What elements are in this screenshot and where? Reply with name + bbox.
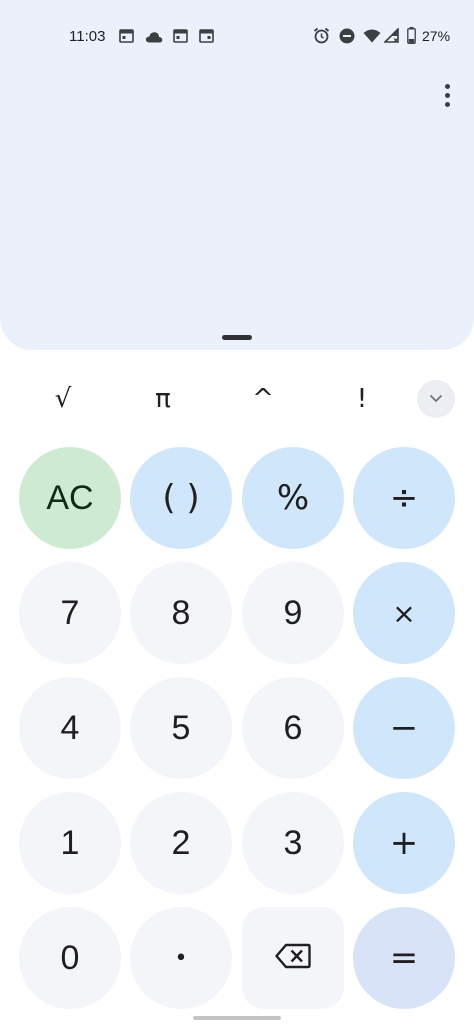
factorial-button[interactable]: !	[332, 372, 392, 426]
signal-icon	[383, 27, 400, 49]
more-vert-icon[interactable]	[432, 80, 462, 110]
backspace-button[interactable]	[242, 907, 344, 1009]
scientific-row: √ π ^ !	[0, 372, 474, 426]
parentheses-label: ( )	[162, 478, 200, 518]
digit-3-button[interactable]: 3	[242, 792, 344, 894]
divide-button[interactable]: ÷	[353, 447, 455, 549]
calendar-icon	[119, 28, 134, 48]
battery-percentage: 27%	[422, 28, 451, 44]
decimal-button[interactable]: •	[130, 907, 232, 1009]
status-bar: 11:03 27%	[0, 22, 474, 52]
calendar-icon	[199, 28, 214, 48]
plus-button[interactable]: +	[353, 792, 455, 894]
equals-label: =	[389, 938, 419, 978]
status-time: 11:03	[69, 28, 106, 45]
digit-7-button[interactable]: 7	[19, 562, 121, 664]
digit-4-button[interactable]: 4	[19, 677, 121, 779]
all-clear-button[interactable]: AC	[19, 447, 121, 549]
plus-label: +	[389, 823, 419, 863]
digit-2-button[interactable]: 2	[130, 792, 232, 894]
percent-label: %	[276, 478, 310, 518]
digit-1-button[interactable]: 1	[19, 792, 121, 894]
digit-8-button[interactable]: 8	[130, 562, 232, 664]
drag-handle[interactable]	[222, 335, 252, 340]
expand-button[interactable]	[417, 380, 455, 418]
sqrt-button[interactable]: √	[33, 372, 93, 426]
minus-label: −	[389, 708, 419, 748]
parentheses-button[interactable]: ( )	[130, 447, 232, 549]
percent-button[interactable]: %	[242, 447, 344, 549]
wifi-icon	[363, 29, 381, 48]
cloud-icon	[145, 30, 163, 48]
alarm-icon	[313, 27, 330, 49]
digit-9-button[interactable]: 9	[242, 562, 344, 664]
minus-button[interactable]: −	[353, 677, 455, 779]
digit-5-button[interactable]: 5	[130, 677, 232, 779]
calendar-icon	[173, 28, 188, 48]
digit-0-button[interactable]: 0	[19, 907, 121, 1009]
display-panel: 11:03 27%	[0, 0, 474, 350]
battery-icon	[407, 27, 416, 49]
navigation-handle[interactable]	[193, 1016, 281, 1020]
digit-6-button[interactable]: 6	[242, 677, 344, 779]
decimal-label: •	[174, 945, 188, 971]
equals-button[interactable]: =	[353, 907, 455, 1009]
multiply-button[interactable]: ×	[353, 562, 455, 664]
power-button[interactable]: ^	[233, 372, 293, 426]
do-not-disturb-icon	[339, 28, 355, 49]
chevron-down-icon	[429, 390, 443, 408]
calculator-screen: 11:03 27% √ π ^ ! AC () % ÷ 7 8 9 × 4 5…	[0, 0, 474, 1027]
multiply-label: ×	[392, 596, 416, 630]
backspace-icon	[275, 939, 311, 978]
divide-label: ÷	[389, 478, 419, 518]
pi-button[interactable]: π	[133, 372, 193, 426]
